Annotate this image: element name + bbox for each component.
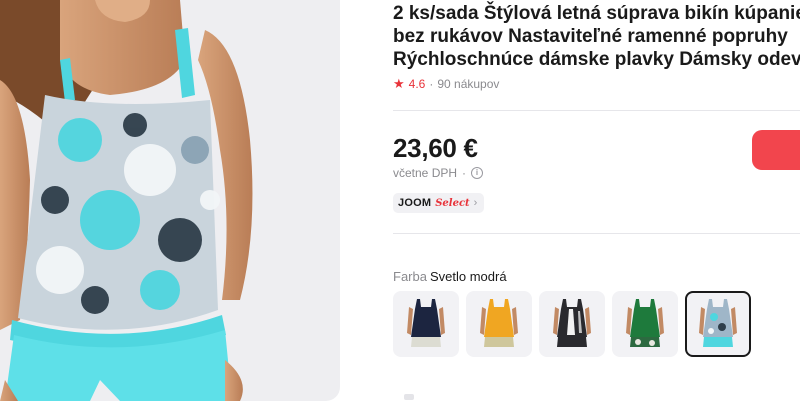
rating-summary[interactable]: ★ 4.6 · 90 nákupov: [393, 76, 499, 92]
info-icon[interactable]: i: [471, 167, 484, 179]
product-title-line: 2 ks/sada Štýlová letná súprava bikín kú…: [393, 3, 800, 24]
color-label-value: Svetlo modrá: [429, 269, 507, 284]
divider: [393, 110, 800, 111]
color-swatch-black-white[interactable]: [539, 291, 605, 357]
color-swatch-navy[interactable]: [393, 291, 459, 357]
vat-note-text: včetne DPH: [393, 166, 458, 180]
color-selector-label: Farba Svetlo modrá: [393, 269, 507, 284]
joom-select-badge[interactable]: JOOM Select ›: [393, 193, 485, 213]
color-swatches: [393, 291, 751, 357]
color-swatch-green[interactable]: [612, 291, 678, 357]
vat-note: včetne DPH · i: [393, 166, 484, 180]
chevron-right-icon: ›: [473, 197, 478, 209]
color-swatch-yellow[interactable]: [466, 291, 532, 357]
select-program-label: Select: [435, 197, 470, 209]
vat-separator: ·: [462, 166, 467, 180]
main-product-image[interactable]: [0, 0, 340, 401]
rating-score: 4.6: [408, 77, 426, 91]
scroll-hint: [404, 394, 414, 400]
product-title: 2 ks/sada Štýlová letná súprava bikín kú…: [393, 2, 800, 71]
color-swatch-light-blue[interactable]: [685, 291, 751, 357]
divider: [393, 233, 800, 234]
purchase-count: 90 nákupov: [437, 77, 500, 91]
product-title-line: Rýchloschnúce dámske plavky Dámsky odev: [393, 49, 800, 70]
product-price: 23,60 €: [393, 133, 478, 163]
joom-brand-label: JOOM: [398, 197, 432, 209]
rating-separator: ·: [429, 77, 434, 91]
color-label-key: Farba: [393, 269, 427, 284]
product-title-line: bez rukávov Nastaviteľné ramenné popruhy: [393, 26, 788, 47]
add-to-cart-button[interactable]: [752, 130, 800, 170]
star-icon: ★: [393, 76, 405, 91]
